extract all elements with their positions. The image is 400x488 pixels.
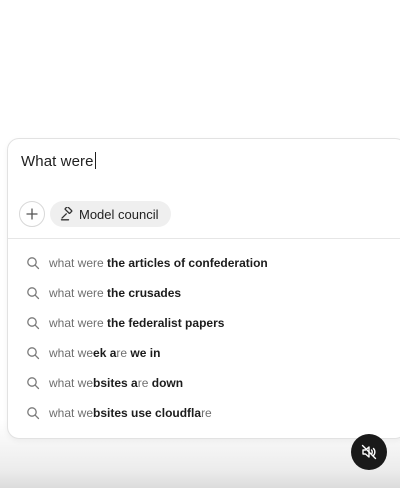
search-icon (27, 377, 40, 390)
model-council-button[interactable]: Model council (50, 201, 171, 227)
suggestion-item[interactable]: what websites use cloudflare (8, 398, 400, 428)
suggestion-text: what were the crusades (49, 286, 181, 300)
suggestion-completion: we in (127, 346, 161, 360)
suggestion-text: what websites are down (49, 376, 183, 390)
search-icon (27, 407, 40, 420)
suggestion-completion: ek a (93, 346, 117, 360)
search-icon (27, 257, 40, 270)
suggestion-text: what websites use cloudflare (49, 406, 212, 420)
suggestion-completion: bsites a (93, 376, 138, 390)
divider (8, 238, 400, 239)
suggestion-item[interactable]: what websites are down (8, 368, 400, 398)
suggestion-item[interactable]: what were the federalist papers (8, 308, 400, 338)
suggestion-completion: the articles of confederation (103, 256, 268, 270)
suggestion-typed-part: what we (49, 346, 94, 360)
text-caret (94, 152, 96, 169)
suggestion-typed-part: what were (49, 256, 104, 270)
suggestion-item[interactable]: what week are we in (8, 338, 400, 368)
suggestion-typed-part: what were (49, 316, 104, 330)
suggestion-typed-part: what were (49, 286, 104, 300)
suggestion-item[interactable]: what were the crusades (8, 278, 400, 308)
search-icon (27, 287, 40, 300)
suggestion-text: what were the articles of confederation (49, 256, 268, 270)
speaker-muted-icon (361, 444, 377, 460)
suggestion-typed-part: re (116, 346, 128, 360)
suggestion-typed-part: re (137, 376, 149, 390)
suggestion-text: what were the federalist papers (49, 316, 224, 330)
suggestion-typed-part: re (201, 406, 212, 420)
add-button[interactable] (19, 201, 45, 227)
suggestion-typed-part: what we (49, 376, 94, 390)
plus-icon (26, 208, 38, 220)
search-icon (27, 347, 40, 360)
search-input[interactable]: What were (21, 152, 96, 170)
mute-button[interactable] (351, 434, 387, 470)
suggestion-text: what week are we in (49, 346, 160, 360)
search-query-text: What were (21, 153, 94, 170)
suggestion-completion: the crusades (103, 286, 182, 300)
suggestion-completion: bsites use cloudfla (93, 406, 202, 420)
suggestion-item[interactable]: what were the articles of confederation (8, 248, 400, 278)
suggestion-list: what were the articles of confederation w… (8, 248, 400, 428)
search-panel: What were Model council what were the ar… (7, 138, 400, 439)
model-council-label: Model council (79, 206, 159, 222)
suggestion-completion: the federalist papers (103, 316, 225, 330)
search-icon (27, 317, 40, 330)
suggestion-completion: down (148, 376, 184, 390)
suggestion-typed-part: what we (49, 406, 94, 420)
gavel-icon (60, 207, 73, 221)
